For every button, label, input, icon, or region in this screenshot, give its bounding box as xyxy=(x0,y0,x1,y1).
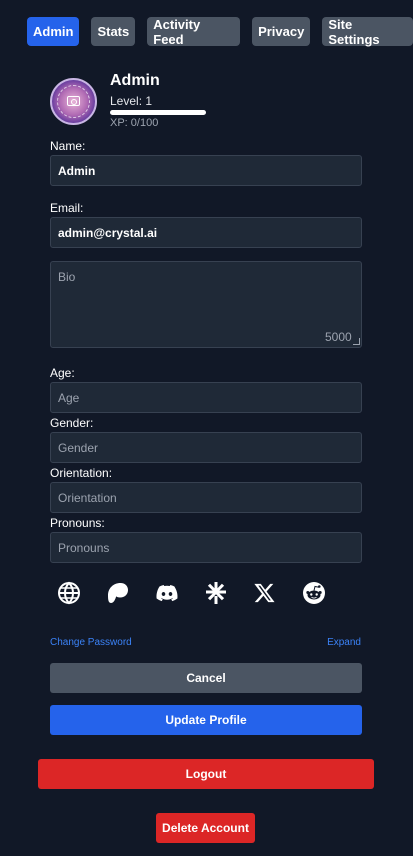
email-label: Email: xyxy=(50,201,84,215)
reddit-icon[interactable] xyxy=(301,580,327,606)
tab-privacy[interactable]: Privacy xyxy=(252,17,311,46)
name-field[interactable] xyxy=(50,155,362,186)
tab-bar: Admin Stats Activity Feed Privacy Site S… xyxy=(27,17,413,47)
resize-handle-icon[interactable] xyxy=(353,338,360,345)
bio-field[interactable] xyxy=(50,261,362,348)
tab-admin[interactable]: Admin xyxy=(27,17,80,46)
avatar[interactable] xyxy=(50,78,97,125)
patreon-icon[interactable] xyxy=(105,580,131,606)
level-text: Level: 1 xyxy=(110,94,153,108)
camera-icon xyxy=(67,96,80,106)
gender-field[interactable] xyxy=(50,432,362,463)
age-label: Age: xyxy=(50,366,75,380)
tab-stats[interactable]: Stats xyxy=(91,17,136,46)
pronouns-label: Pronouns: xyxy=(50,516,105,530)
orientation-field[interactable] xyxy=(50,482,362,513)
pronouns-field[interactable] xyxy=(50,532,362,563)
linktree-icon[interactable] xyxy=(203,580,229,606)
discord-icon[interactable] xyxy=(154,580,180,606)
name-label: Name: xyxy=(50,139,86,153)
social-links xyxy=(56,580,327,606)
delete-account-button[interactable]: Delete Account xyxy=(156,813,255,843)
profile-name: Admin xyxy=(110,72,160,89)
globe-icon[interactable] xyxy=(56,580,82,606)
email-field[interactable] xyxy=(50,217,362,248)
tab-activity-feed[interactable]: Activity Feed xyxy=(147,17,241,47)
logout-button[interactable]: Logout xyxy=(38,759,374,789)
tab-site-settings[interactable]: Site Settings xyxy=(322,17,413,47)
orientation-label: Orientation: xyxy=(50,466,113,480)
cancel-button[interactable]: Cancel xyxy=(50,663,362,693)
update-profile-button[interactable]: Update Profile xyxy=(50,705,362,735)
age-field[interactable] xyxy=(50,382,362,413)
x-icon[interactable] xyxy=(252,580,278,606)
change-password-link[interactable]: Change Password xyxy=(50,637,132,648)
bio-character-count: 5000 xyxy=(325,330,352,344)
expand-link[interactable]: Expand xyxy=(327,637,361,648)
gender-label: Gender: xyxy=(50,416,94,430)
xp-progress-bar xyxy=(110,110,206,115)
xp-text: XP: 0/100 xyxy=(110,117,159,129)
